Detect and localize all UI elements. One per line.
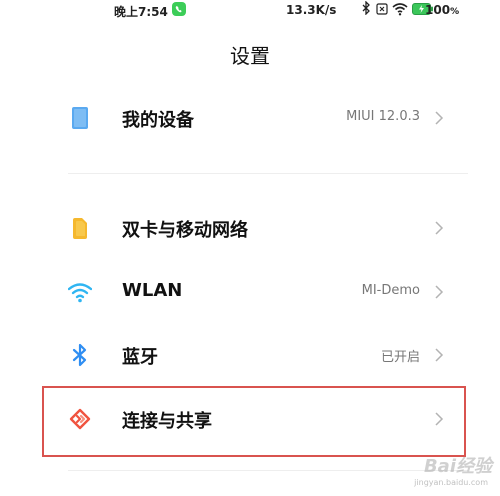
device-icon	[68, 106, 92, 130]
settings-item-value: 已开启	[380, 350, 420, 365]
settings-item-value: MI-Demo	[361, 283, 420, 298]
bluetooth-icon	[68, 343, 92, 367]
settings-item-value: MIUI 12.0.3	[346, 109, 420, 124]
network-speed: 13.3K/s	[286, 3, 337, 17]
settings-item-wlan[interactable]: WLAN MI-Demo	[0, 262, 500, 324]
chevron-right-icon	[434, 284, 444, 304]
baidu-jingyan-watermark: Bai经验 jingyan.baidu.com	[370, 448, 496, 494]
watermark-url: jingyan.baidu.com	[414, 478, 488, 487]
status-time: 晚上7:54	[114, 5, 168, 19]
settings-item-bluetooth[interactable]: 蓝牙 已开启	[0, 325, 500, 387]
sim-icon	[376, 3, 388, 18]
settings-item-my-device[interactable]: 我的设备 MIUI 12.0.3	[0, 88, 500, 150]
status-bar: 晚上7:54 13.3K/s 100%	[0, 0, 500, 26]
bluetooth-icon	[362, 0, 370, 18]
page-title: 设置	[230, 44, 270, 68]
settings-item-dual-sim[interactable]: 双卡与移动网络	[0, 198, 500, 260]
chevron-right-icon	[434, 347, 444, 367]
chevron-right-icon	[434, 220, 444, 240]
settings-item-label: 我的设备	[122, 110, 194, 131]
settings-item-label: 蓝牙	[122, 347, 158, 368]
settings-item-label: WLAN	[122, 280, 183, 301]
settings-item-label: 双卡与移动网络	[122, 220, 248, 241]
watermark-text: Bai经验	[423, 456, 492, 477]
sim-card-icon	[68, 216, 92, 240]
highlight-annotation-box	[42, 386, 466, 457]
wifi-icon	[392, 2, 408, 19]
section-divider	[68, 173, 468, 174]
wechat-notification-icon	[172, 2, 186, 16]
wifi-icon	[67, 280, 93, 304]
chevron-right-icon	[434, 110, 444, 130]
battery-percentage: 100%	[425, 3, 460, 17]
